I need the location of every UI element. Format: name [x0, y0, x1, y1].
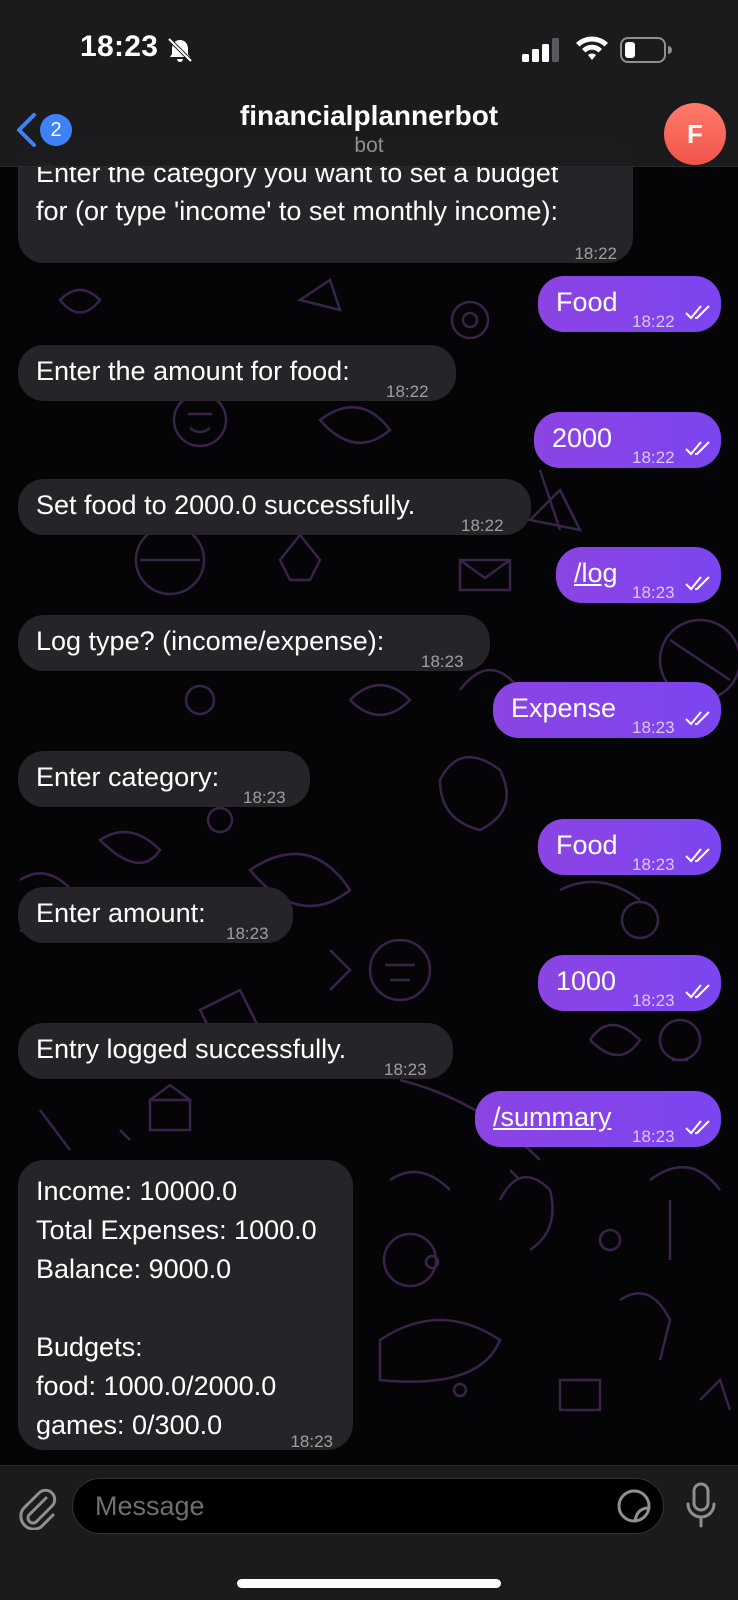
read-checkmarks-icon	[685, 711, 710, 726]
command-link[interactable]: /summary	[493, 1098, 612, 1137]
bell-slash-icon	[167, 37, 193, 63]
outgoing-message: 2000 18:22	[534, 412, 721, 468]
read-checkmarks-icon	[685, 984, 710, 999]
incoming-message: Set food to 2000.0 successfully. 18:22	[18, 479, 531, 535]
message-time: 18:23	[290, 1432, 333, 1451]
message-text: Food	[556, 830, 618, 860]
read-checkmarks-icon	[685, 441, 710, 456]
message-time: 18:22	[632, 312, 675, 331]
summary-line: Income: 10000.0	[36, 1176, 238, 1206]
paperclip-icon[interactable]	[16, 1484, 58, 1530]
avatar[interactable]: F	[664, 103, 726, 165]
message-time: 18:23	[632, 1127, 675, 1146]
message-text: Enter category:	[36, 762, 220, 792]
outgoing-message: Food 18:22	[538, 276, 721, 332]
command-link[interactable]: /log	[574, 554, 618, 593]
incoming-message: Income: 10000.0 Total Expenses: 1000.0 B…	[18, 1160, 353, 1451]
incoming-message: Log type? (income/expense): 18:23	[18, 615, 490, 671]
message-time: 18:22	[386, 382, 429, 401]
read-checkmarks-icon	[685, 305, 710, 320]
summary-line: food: 1000.0/2000.0	[36, 1371, 277, 1401]
message-text: Enter amount:	[36, 898, 206, 928]
outgoing-message: Expense 18:23	[493, 682, 721, 738]
message-text: Expense	[511, 693, 617, 723]
message-time: 18:23	[226, 924, 269, 943]
home-indicator	[237, 1579, 501, 1588]
message-text: 2000	[552, 423, 613, 453]
read-checkmarks-icon	[685, 1120, 710, 1135]
summary-line: games: 0/300.0	[36, 1410, 223, 1440]
message-time: 18:23	[632, 991, 675, 1010]
message-time: 18:22	[574, 244, 617, 263]
incoming-message: Entry logged successfully. 18:23	[18, 1023, 453, 1079]
message-time: 18:23	[421, 652, 464, 671]
read-checkmarks-icon	[685, 848, 710, 863]
sticker-icon[interactable]	[616, 1488, 652, 1524]
battery-icon	[620, 37, 672, 63]
message-input[interactable]	[72, 1478, 664, 1534]
outgoing-message: Food 18:23	[538, 819, 721, 875]
message-time: 18:23	[632, 583, 675, 602]
message-time: 18:22	[632, 448, 675, 467]
chat-header: 18:23 2 financialplannerbot bot F	[0, 0, 738, 167]
microphone-icon[interactable]	[684, 1482, 718, 1530]
message-text: Enter the amount for food:	[36, 356, 350, 386]
message-time: 18:23	[243, 788, 286, 807]
message-time: 18:22	[461, 516, 504, 535]
incoming-message: Enter the amount for food: 18:22	[18, 345, 456, 401]
outgoing-message: /summary 18:23	[475, 1091, 721, 1147]
read-checkmarks-icon	[685, 576, 710, 591]
message-time: 18:23	[632, 718, 675, 737]
outgoing-message: 1000 18:23	[538, 955, 721, 1011]
summary-line: Total Expenses: 1000.0	[36, 1215, 317, 1245]
message-time: 18:23	[632, 855, 675, 874]
message-list[interactable]: Enter the category you want to set a bud…	[0, 0, 738, 1465]
incoming-message: Enter amount: 18:23	[18, 887, 293, 943]
cellular-signal-icon	[522, 38, 559, 62]
message-text: Food	[556, 287, 618, 317]
wifi-icon	[576, 36, 608, 60]
chat-subtitle: bot	[354, 134, 384, 157]
summary-line: Balance: 9000.0	[36, 1254, 232, 1284]
message-composer	[0, 1465, 738, 1600]
message-text: Log type? (income/expense):	[36, 626, 385, 656]
summary-line: Budgets:	[36, 1332, 143, 1362]
outgoing-message: /log 18:23	[556, 547, 721, 603]
message-text: Entry logged successfully.	[36, 1034, 347, 1064]
chat-title[interactable]: financialplannerbot	[0, 100, 738, 132]
message-time: 18:23	[384, 1060, 427, 1079]
message-text: Set food to 2000.0 successfully.	[36, 490, 416, 520]
incoming-message: Enter category: 18:23	[18, 751, 310, 807]
message-text: 1000	[556, 966, 617, 996]
message-text-line: for (or type 'income' to set monthly inc…	[36, 196, 559, 226]
status-time: 18:23	[80, 30, 159, 63]
